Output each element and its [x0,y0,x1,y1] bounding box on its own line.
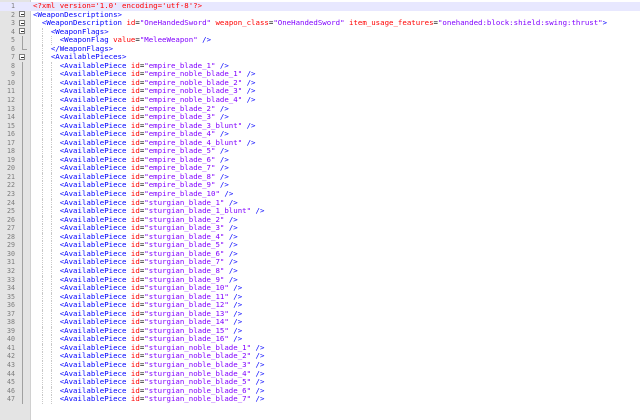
fold-guide-line [21,378,23,387]
fold-guide-line [21,215,23,225]
line-number: 25 [7,207,15,216]
fold-guide-line [21,198,23,208]
fold-guide-line [21,164,23,173]
fold-guide-line [21,207,23,216]
line-number: 20 [7,164,15,173]
line-number: 18 [7,147,15,156]
fold-guide-line [21,181,23,191]
code-lines[interactable]: 1 <?xml version='1.0' encoding='utf-8'?> 2… [0,1,640,404]
fold-guide-line [21,121,23,131]
line-number: 46 [7,386,15,395]
fold-guide-line [21,352,23,361]
line-number: 40 [7,335,15,344]
line-number: 24 [7,198,15,207]
fold-guide-line [21,284,23,293]
line-number: 42 [7,352,15,361]
fold-guide-line [21,70,23,79]
line-number: 33 [7,275,15,284]
fold-collapse-icon[interactable] [19,28,25,35]
line-number: 41 [7,343,15,352]
fold-guide-line [21,61,23,71]
line-number: 43 [7,360,15,369]
line-number: 22 [7,181,15,190]
line-number: 8 [11,61,15,70]
fold-guide-line [21,318,23,327]
line-number: 37 [7,309,15,318]
line-number: 29 [7,241,15,250]
fold-guide-line [21,190,23,199]
code-text[interactable]: <AvailablePiece id="sturgian_noble_blade… [33,394,265,404]
line-number: 16 [7,130,15,139]
line-number: 4 [11,27,15,36]
line-number: 19 [7,155,15,164]
line-number: 17 [7,138,15,147]
line-number: 7 [11,53,15,62]
fold-guide-line [21,309,23,319]
line-number: 3 [11,19,15,28]
line-number: 6 [11,44,15,53]
line-number: 14 [7,113,15,122]
line-number: 34 [7,284,15,293]
fold-guide-line [21,258,23,267]
fold-guide-line [21,326,23,336]
fold-guide-line [21,266,23,276]
line-number: 5 [11,36,15,45]
line-number: 39 [7,326,15,335]
fold-end-icon [21,44,27,51]
fold-guide-line [21,138,23,148]
line-number: 28 [7,232,15,241]
line-number: 15 [7,121,15,130]
fold-guide-line [21,78,23,88]
fold-guide-line [21,87,23,97]
fold-collapse-icon[interactable] [19,19,25,26]
code-text[interactable]: <WeaponDescription id="OneHandedSword" w… [33,18,607,28]
line-number: 36 [7,301,15,310]
fold-guide-line [21,386,23,396]
fold-guide-line [21,96,23,105]
line-number: 31 [7,258,15,267]
line-number: 35 [7,292,15,301]
fold-guide-line [21,369,23,379]
fold-guide-line [21,172,23,182]
fold-guide-line [21,249,23,259]
code-line[interactable]: 47 <AvailablePiece id="sturgian_noble_bl… [0,394,640,404]
line-number: 13 [7,104,15,113]
line-number: 27 [7,224,15,233]
line-number: 21 [7,172,15,181]
fold-guide-line [21,241,23,250]
line-number: 45 [7,378,15,387]
fold-guide-line [21,104,23,114]
line-number: 10 [7,78,15,87]
fold-guide-line [21,36,23,45]
line-number: 47 [7,395,15,404]
line-number: 2 [11,10,15,19]
fold-collapse-icon[interactable] [19,11,25,18]
line-number: 9 [11,70,15,79]
xml-code-editor[interactable]: 1 <?xml version='1.0' encoding='utf-8'?> 2… [0,0,640,420]
fold-guide-line [21,301,23,310]
fold-guide-line [21,224,23,233]
line-number: 32 [7,266,15,275]
fold-guide-line [21,395,23,404]
fold-guide-line [21,335,23,344]
fold-guide-line [21,130,23,139]
line-number: 23 [7,190,15,199]
fold-guide-line [21,343,23,353]
line-number: 12 [7,96,15,105]
fold-guide-line [21,232,23,242]
fold-guide-line [21,147,23,156]
fold-guide-line [21,275,23,285]
fold-guide-line [21,292,23,302]
line-number: 38 [7,318,15,327]
line-number: 11 [7,87,15,96]
line-number: 26 [7,215,15,224]
line-number: 30 [7,249,15,258]
line-number: 44 [7,369,15,378]
fold-guide-line [21,113,23,122]
fold-guide-line [21,360,23,370]
line-number: 1 [11,2,15,10]
fold-guide-line [21,155,23,165]
fold-collapse-icon[interactable] [19,54,25,61]
